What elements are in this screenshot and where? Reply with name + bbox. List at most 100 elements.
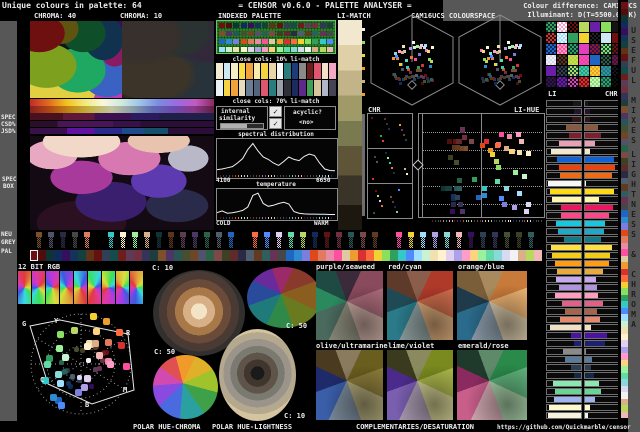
li-bar-box [546, 164, 582, 171]
chr-bar [585, 237, 602, 242]
censor-app-window: Unique colours in palette: 64 = CENSOR v… [0, 0, 640, 432]
pal-strip-swatch [390, 250, 398, 261]
neutralizer-stem [109, 237, 113, 248]
li-hue-dot [448, 154, 454, 160]
github-url-link[interactable]: https://github.com/Quickmarble/censor [497, 424, 631, 431]
mix-swatch [546, 22, 556, 32]
neutralizer-marker [36, 232, 42, 249]
disc-c50b-label: C: 50 [154, 348, 176, 356]
tick [259, 175, 260, 177]
chr-dot [382, 140, 384, 142]
similarity-slider[interactable] [220, 123, 264, 129]
tick [524, 220, 526, 222]
rgb12-tile [116, 271, 129, 304]
polar-dot [55, 345, 63, 353]
chr-bar-box [584, 324, 620, 331]
tick [457, 220, 459, 222]
tick [535, 220, 537, 222]
neutralizer-marker [264, 232, 270, 249]
polar-letter-b: B [85, 401, 90, 409]
tick [325, 217, 326, 219]
tick [468, 220, 470, 222]
neutralizer-marker [120, 232, 126, 249]
unique-colours-label: Unique colours in palette: 64 [2, 1, 142, 10]
tick [280, 175, 281, 177]
acyclic-checkbox[interactable]: ✓ [269, 118, 282, 129]
neutralizer-row [36, 232, 542, 249]
neutralizer-marker [504, 232, 510, 249]
cube-dot [508, 77, 511, 81]
tick [474, 220, 475, 222]
chr-dot [394, 206, 396, 208]
tick [507, 220, 509, 222]
pal-strip-swatch [254, 250, 262, 261]
grid-line [423, 150, 542, 151]
chr-bar [585, 405, 591, 410]
chr-bar-box [584, 404, 620, 411]
li-bar [554, 397, 581, 402]
mix-swatch [557, 44, 567, 54]
chr-bar-box [584, 292, 620, 299]
cube-dot [516, 63, 519, 67]
cube-dot [401, 50, 404, 54]
chroma10-map [122, 21, 214, 98]
tick [440, 220, 442, 222]
cube-dot [402, 45, 405, 49]
close-col-swatch [216, 80, 223, 96]
close-col-swatch [261, 63, 268, 79]
li-hue-dot [495, 142, 501, 148]
palette-swatch [290, 23, 297, 28]
polar-dot [84, 342, 92, 350]
tick [232, 217, 233, 219]
cube-dot [430, 60, 433, 64]
li-hue-dot [499, 131, 505, 137]
palette-swatch [305, 31, 312, 36]
chr-bar [585, 293, 598, 298]
neutralizer-stem [277, 237, 281, 248]
li-bar-box [546, 108, 582, 115]
li-hue-dot [469, 138, 475, 144]
similarity-checkbox[interactable]: ✓ [269, 106, 282, 117]
chr-scrollbar[interactable] [362, 114, 365, 216]
neutralizer-marker [168, 232, 174, 249]
li-bar [548, 181, 581, 186]
li-bar [558, 141, 581, 146]
li-bar [573, 109, 581, 114]
li-bar-box [546, 284, 582, 291]
polar-dot [77, 374, 83, 380]
chr-bar [585, 181, 587, 186]
neutralizer-marker [444, 232, 450, 249]
mix-swatch [579, 66, 589, 76]
li-bar [551, 245, 581, 250]
similarity-label: similarity [219, 115, 256, 122]
neutralizer-stem [37, 237, 41, 248]
cube-dot [412, 40, 415, 44]
palette-column-swatch [621, 411, 628, 418]
li-bar-box [546, 356, 582, 363]
chr-dot [374, 156, 376, 158]
chr-bar-box [584, 196, 620, 203]
neutralizer-marker [108, 232, 114, 249]
tick [301, 175, 302, 177]
tick [292, 217, 293, 219]
internal-label: internal [221, 108, 250, 115]
indexed-palette-label: INDEXED PALETTE [218, 12, 282, 20]
cube-dot [482, 50, 485, 54]
neutralizer-stem [433, 237, 437, 248]
cube-dot [494, 63, 497, 67]
pal-strip-swatch [478, 250, 486, 261]
chr-bar [585, 229, 604, 234]
cube-dot [414, 57, 417, 61]
li-hue-dot [526, 150, 531, 156]
cube-dot [497, 45, 500, 49]
csd-label: CSD% [1, 121, 16, 128]
voronoi-panel-orange-blue [457, 271, 527, 340]
cube-dot [484, 65, 487, 68]
cube-dot [496, 50, 499, 54]
neutralizer-marker [132, 232, 138, 249]
acyclic-value[interactable]: <no> [299, 119, 313, 126]
complementaries-label: COMPLEMENTARIES/DESATURATION [356, 423, 475, 431]
close-col-swatch [231, 63, 238, 79]
close-col-swatch [276, 80, 284, 96]
cube-dot [485, 77, 488, 81]
